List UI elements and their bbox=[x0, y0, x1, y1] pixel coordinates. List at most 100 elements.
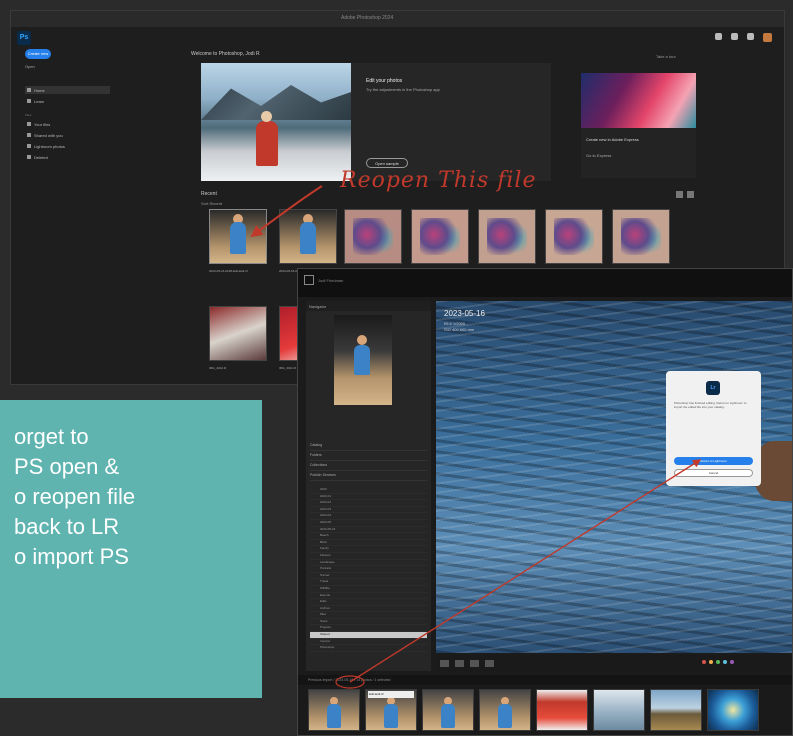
welcome-heading: Welcome to Photoshop, Jodi R bbox=[191, 51, 260, 57]
grid-view-icon[interactable] bbox=[455, 659, 464, 667]
learn-icon bbox=[27, 99, 31, 103]
folder-row[interactable]: Travel bbox=[310, 579, 427, 586]
recent-file-thumb[interactable] bbox=[612, 209, 670, 264]
folder-row[interactable]: Wildlife bbox=[310, 586, 427, 593]
callout-line: PS open & bbox=[14, 454, 120, 479]
yellow-label-icon[interactable] bbox=[709, 660, 713, 664]
navigator-header[interactable]: Navigator bbox=[306, 301, 431, 311]
filmstrip-thumb[interactable]: Edit-Edit.tif bbox=[365, 689, 417, 731]
panel-publish-services[interactable]: Publish Services bbox=[310, 473, 427, 481]
lr-main-image[interactable]: 2023-05-16 f/5.6 1/2000 ISO 400 600 mm L… bbox=[436, 301, 792, 653]
promo-card[interactable]: Create new in Adobe Express Go to Expres… bbox=[581, 73, 696, 178]
recent-file-thumb[interactable] bbox=[279, 209, 337, 264]
folder-row[interactable]: Portraits bbox=[310, 566, 427, 573]
sidebar-item-your-files[interactable]: Your files bbox=[25, 120, 110, 128]
recent-file-thumb[interactable] bbox=[411, 209, 469, 264]
dialog-cancel-button[interactable]: Cancel bbox=[674, 469, 753, 477]
compare-view-icon[interactable] bbox=[470, 659, 479, 667]
recent-file-thumb[interactable] bbox=[209, 306, 267, 361]
list-view-icon[interactable] bbox=[676, 191, 683, 198]
loupe-view-icon[interactable] bbox=[440, 659, 449, 667]
folder-row[interactable]: Exports bbox=[310, 593, 427, 600]
folder-row[interactable]: Projects bbox=[310, 625, 427, 633]
filmstrip-thumb[interactable] bbox=[479, 689, 531, 731]
avatar[interactable] bbox=[763, 33, 772, 42]
navigator-preview[interactable] bbox=[334, 315, 392, 405]
folder-list: 2023 2023-01 2023-02 2023-03 2023-04 2023-05 2… bbox=[310, 487, 427, 652]
image-info-meta: ISO 400 600 mm bbox=[444, 327, 475, 332]
filmstrip-source-bar[interactable]: Previous Import / 2023-05-16 / 14 photos… bbox=[298, 675, 792, 685]
folder-row[interactable]: 2023-04 bbox=[310, 513, 427, 520]
bell-icon[interactable] bbox=[747, 33, 754, 40]
take-tour-link[interactable]: Take a tour bbox=[656, 54, 676, 59]
survey-view-icon[interactable] bbox=[485, 659, 494, 667]
lr-left-panel: Navigator Catalog Folders Collections Pu… bbox=[306, 301, 431, 671]
photoshop-logo-icon: Ps bbox=[17, 31, 31, 45]
ps-sidebar: Create new Open Home Learn Files Your fi… bbox=[25, 49, 110, 161]
sidebar-item-learn[interactable]: Learn bbox=[25, 97, 110, 105]
trash-icon bbox=[27, 155, 31, 159]
view-toggle bbox=[676, 191, 694, 198]
filmstrip-thumb[interactable] bbox=[593, 689, 645, 731]
folder-row[interactable]: 2023-01 bbox=[310, 494, 427, 501]
ps-window-title: Adobe Photoshop 2024 bbox=[341, 15, 394, 21]
folder-row[interactable]: Stock bbox=[310, 619, 427, 626]
home-icon bbox=[27, 88, 31, 92]
recent-file-thumb[interactable] bbox=[344, 209, 402, 264]
recent-file-thumb[interactable] bbox=[545, 209, 603, 264]
recent-heading: Recent bbox=[201, 191, 217, 197]
image-info-exposure: f/5.6 1/2000 bbox=[444, 321, 466, 326]
folder-row[interactable]: Beach bbox=[310, 533, 427, 540]
lightroom-badge-icon: Lr bbox=[706, 381, 720, 395]
sidebar-section-files: Files bbox=[25, 113, 32, 117]
folder-row[interactable]: Misc bbox=[310, 612, 427, 619]
purple-label-icon[interactable] bbox=[730, 660, 734, 664]
open-sample-button[interactable]: Open sample bbox=[366, 158, 408, 168]
sidebar-item-deleted[interactable]: Deleted bbox=[25, 153, 110, 161]
folder-row[interactable]: Photoshop bbox=[310, 645, 427, 652]
folder-row[interactable]: Flowers bbox=[310, 553, 427, 560]
sidebar-item-shared[interactable]: Shared with you bbox=[25, 131, 110, 139]
folder-row[interactable]: Family bbox=[310, 546, 427, 553]
folder-row[interactable]: Sunset bbox=[310, 573, 427, 580]
recent-file-thumb[interactable] bbox=[209, 209, 267, 264]
folder-row[interactable]: Shared bbox=[310, 632, 427, 639]
green-label-icon[interactable] bbox=[716, 660, 720, 664]
cloud-icon[interactable] bbox=[715, 33, 722, 40]
grid-view-icon[interactable] bbox=[687, 191, 694, 198]
panel-collections[interactable]: Collections bbox=[310, 463, 427, 471]
recent-file-thumb[interactable] bbox=[478, 209, 536, 264]
folder-row[interactable]: Edits bbox=[310, 599, 427, 606]
folder-row[interactable]: Landscape bbox=[310, 560, 427, 567]
red-label-icon[interactable] bbox=[702, 660, 706, 664]
folder-row[interactable]: 2023 bbox=[310, 487, 427, 494]
sidebar-item-lightroom-photos[interactable]: Lightroom photos bbox=[25, 142, 110, 150]
promo-link[interactable]: Go to Express bbox=[586, 153, 611, 158]
filmstrip-thumb[interactable] bbox=[422, 689, 474, 731]
filmstrip-thumb[interactable] bbox=[536, 689, 588, 731]
lr-identity-plate: Jodi Friedman bbox=[298, 269, 792, 297]
panel-folders[interactable]: Folders bbox=[310, 453, 427, 461]
filmstrip-thumb[interactable] bbox=[707, 689, 759, 731]
filmstrip-thumb[interactable] bbox=[308, 689, 360, 731]
folder-row[interactable]: Birds bbox=[310, 540, 427, 547]
callout-line: orget to bbox=[14, 424, 89, 449]
create-new-button[interactable]: Create new bbox=[25, 49, 51, 59]
return-to-lightroom-button[interactable]: Return to Lightroom bbox=[674, 457, 753, 465]
folder-row[interactable]: 2023-03 bbox=[310, 507, 427, 514]
folder-row[interactable]: Archive bbox=[310, 606, 427, 613]
filmstrip-thumb[interactable] bbox=[650, 689, 702, 731]
search-icon[interactable] bbox=[731, 33, 738, 40]
promo-title: Create new in Adobe Express bbox=[586, 137, 639, 142]
folder-row[interactable]: 2023-05-16 bbox=[310, 527, 427, 534]
folder-row[interactable]: 2023-02 bbox=[310, 500, 427, 507]
folder-row[interactable]: Imports bbox=[310, 639, 427, 646]
panel-catalog[interactable]: Catalog bbox=[310, 443, 427, 451]
dialog-message: Photoshop has finished editing. Return t… bbox=[674, 401, 747, 409]
folder-row[interactable]: 2023-05 bbox=[310, 520, 427, 527]
share-icon bbox=[27, 133, 31, 137]
ps-titlebar: Adobe Photoshop 2024 bbox=[11, 11, 784, 27]
blue-label-icon[interactable] bbox=[723, 660, 727, 664]
sort-dropdown[interactable]: Sort Recent bbox=[201, 201, 222, 206]
sidebar-item-home[interactable]: Home bbox=[25, 86, 110, 94]
